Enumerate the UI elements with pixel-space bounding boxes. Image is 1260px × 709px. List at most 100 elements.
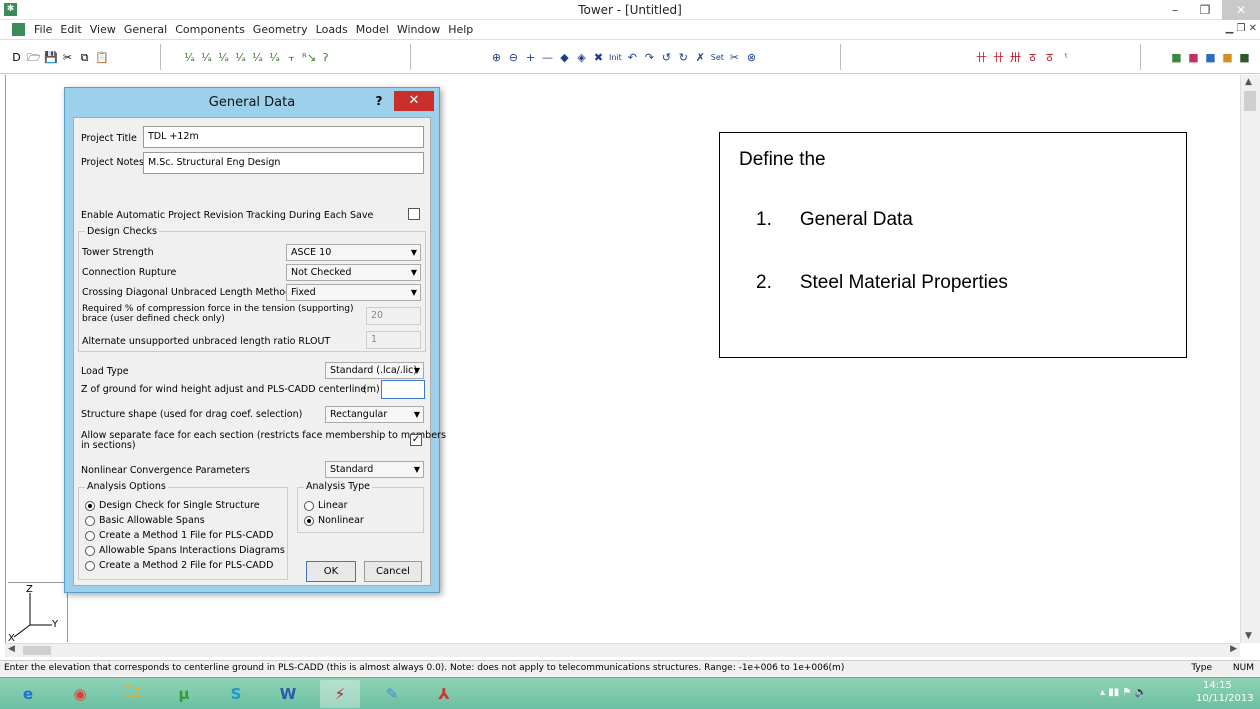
geometry-tool-icon[interactable]: ᴿ↘ [302, 51, 316, 64]
connection-rupture-select[interactable]: Not Checked ▼ [286, 264, 421, 281]
display-tool-icon[interactable]: ■ [1187, 51, 1200, 64]
scroll-down-arrow-icon[interactable]: ▼ [1245, 631, 1252, 641]
geometry-tool-icon[interactable]: ⅟ₐ [183, 51, 196, 64]
file-tool-icon[interactable]: 🗁 [27, 51, 41, 64]
display-tool-icon[interactable]: ■ [1170, 51, 1183, 64]
view-tool-icon[interactable]: Set [711, 51, 724, 64]
scroll-thumb[interactable] [1244, 91, 1256, 111]
scroll-up-arrow-icon[interactable]: ▲ [1245, 77, 1252, 87]
menu-file[interactable]: File [30, 20, 56, 39]
crossing-diagonal-select[interactable]: Fixed ▼ [286, 284, 421, 301]
taskbar-app-icon[interactable]: μ [164, 680, 204, 708]
scroll-thumb[interactable] [23, 646, 51, 655]
analysis-type-radio[interactable]: Linear [304, 500, 348, 511]
geometry-tool-icon[interactable]: ⅟ₐ [217, 51, 230, 64]
menu-help[interactable]: Help [444, 20, 477, 39]
analysis-option-radio[interactable]: Allowable Spans Interactions Diagrams [85, 545, 285, 556]
close-button[interactable]: ✕ [1222, 0, 1260, 20]
load-type-select[interactable]: Standard (.lca/.lic) ▼ [325, 362, 424, 379]
model-tool-icon[interactable]: 卄 [992, 51, 1005, 64]
taskbar-app-icon[interactable]: e [8, 680, 48, 708]
maximize-button[interactable]: ❐ [1190, 0, 1220, 20]
vertical-scrollbar[interactable]: ▲ ▼ [1240, 75, 1260, 643]
view-tool-icon[interactable]: ↶ [626, 51, 639, 64]
taskbar-app-icon[interactable]: ⅄ [424, 680, 464, 708]
model-tool-icon[interactable]: 卅 [1009, 51, 1022, 64]
cancel-button[interactable]: Cancel [364, 561, 422, 582]
file-tool-icon[interactable]: 💾 [44, 51, 58, 64]
project-notes-field[interactable]: M.Sc. Structural Eng Design [143, 152, 424, 174]
view-tool-icon[interactable]: ⊕ [490, 51, 503, 64]
minimize-button[interactable]: – [1160, 0, 1190, 20]
view-tool-icon[interactable]: ✗ [694, 51, 707, 64]
model-tool-icon[interactable]: ᵗ [1060, 51, 1073, 64]
menu-loads[interactable]: Loads [312, 20, 352, 39]
auto-revision-checkbox[interactable] [408, 208, 420, 220]
view-tool-icon[interactable]: ✖ [592, 51, 605, 64]
scroll-left-arrow-icon[interactable]: ◀ [8, 644, 15, 654]
horizontal-scrollbar[interactable]: ◀ ▶ [5, 643, 1240, 657]
tray-icons[interactable]: ▴ ▮▮ ⚑ 🔈 [1100, 687, 1147, 698]
scroll-right-arrow-icon[interactable]: ▶ [1230, 644, 1237, 654]
analysis-option-radio[interactable]: Basic Allowable Spans [85, 515, 205, 526]
file-tool-icon[interactable]: 📋 [95, 51, 109, 64]
file-tool-icon[interactable]: D [10, 51, 23, 64]
axis-x-label: X [8, 633, 15, 644]
analysis-option-radio[interactable]: Design Check for Single Structure [85, 500, 260, 511]
geometry-tool-icon[interactable]: ⫟ [285, 51, 298, 64]
view-tool-icon[interactable]: ↻ [677, 51, 690, 64]
separate-face-checkbox[interactable]: ✓ [410, 434, 422, 446]
file-tool-icon[interactable]: ⧉ [78, 51, 91, 64]
view-tool-icon[interactable]: ◆ [558, 51, 571, 64]
taskbar-app-icon[interactable]: ◉ [60, 680, 100, 708]
display-tool-icon[interactable]: ■ [1204, 51, 1217, 64]
z-ground-field[interactable] [381, 380, 425, 399]
menu-model[interactable]: Model [352, 20, 393, 39]
view-tool-icon[interactable]: + [524, 51, 537, 64]
taskbar-app-icon[interactable]: S [216, 680, 256, 708]
project-title-field[interactable]: TDL +12m [143, 126, 424, 148]
view-tool-icon[interactable]: ◈ [575, 51, 588, 64]
view-tool-icon[interactable]: ⊗ [745, 51, 758, 64]
nonlinear-select[interactable]: Standard ▼ [325, 461, 424, 478]
menu-view[interactable]: View [86, 20, 120, 39]
analysis-type-radio[interactable]: Nonlinear [304, 515, 364, 526]
taskbar-app-icon[interactable]: W [268, 680, 308, 708]
taskbar-app-icon[interactable]: ✎ [372, 680, 412, 708]
dialog-close-button[interactable]: ✕ [394, 91, 434, 111]
geometry-tool-icon[interactable]: ⅟ₐ [234, 51, 247, 64]
ok-button[interactable]: OK [306, 561, 356, 582]
menu-edit[interactable]: Edit [56, 20, 85, 39]
view-tool-icon[interactable]: ↷ [643, 51, 656, 64]
taskbar-app-icon[interactable]: 🗀 [112, 680, 152, 708]
geometry-tool-icon[interactable]: ⅟ₐ [200, 51, 213, 64]
view-tool-icon[interactable]: ✂ [728, 51, 741, 64]
geometry-tool-icon[interactable]: ⅟ₐ [268, 51, 281, 64]
menu-components[interactable]: Components [171, 20, 249, 39]
model-tool-icon[interactable]: ठ [1043, 51, 1056, 64]
menu-window[interactable]: Window [393, 20, 444, 39]
taskbar-app-icon[interactable]: ⚡ [320, 680, 360, 708]
radio-label: Linear [318, 500, 348, 511]
model-tool-icon[interactable]: ठ [1026, 51, 1039, 64]
file-tool-icon[interactable]: ✂ [61, 51, 74, 64]
tower-strength-select[interactable]: ASCE 10 ▼ [286, 244, 421, 261]
help-button[interactable]: ? [369, 91, 389, 111]
view-tool-icon[interactable]: Init [609, 51, 622, 64]
mdi-controls[interactable]: ▁ ❐ ✕ [1226, 23, 1257, 34]
view-tool-icon[interactable]: ↺ [660, 51, 673, 64]
structure-shape-select[interactable]: Rectangular ▼ [325, 406, 424, 423]
menu-general[interactable]: General [120, 20, 171, 39]
analysis-option-radio[interactable]: Create a Method 2 File for PLS-CADD [85, 560, 273, 571]
clock-time[interactable]: 14:15 [1203, 680, 1232, 691]
geometry-tool-icon[interactable]: ʔ [319, 51, 332, 64]
display-tool-icon[interactable]: ■ [1221, 51, 1234, 64]
geometry-tool-icon[interactable]: ⅟ₐ [251, 51, 264, 64]
model-tool-icon[interactable]: 卄 [975, 51, 988, 64]
display-tool-icon[interactable]: ■ [1238, 51, 1251, 64]
view-tool-icon[interactable]: ⊖ [507, 51, 520, 64]
menu-geometry[interactable]: Geometry [249, 20, 312, 39]
clock-date[interactable]: 10/11/2013 [1196, 693, 1254, 704]
view-tool-icon[interactable]: — [541, 51, 554, 64]
analysis-option-radio[interactable]: Create a Method 1 File for PLS-CADD [85, 530, 273, 541]
